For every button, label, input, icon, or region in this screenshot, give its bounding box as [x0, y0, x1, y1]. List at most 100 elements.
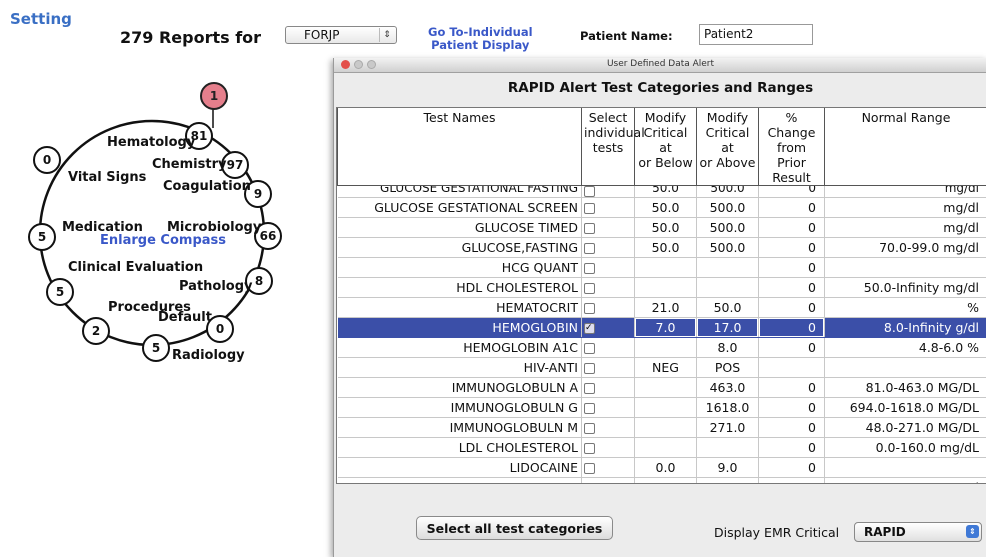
alert-count-badge[interactable]: 1	[200, 82, 228, 110]
pct-change-cell[interactable]: 0	[758, 257, 825, 278]
select-checkbox[interactable]	[581, 397, 635, 418]
critical-high-cell[interactable]: 500.0	[696, 217, 759, 238]
table-row[interactable]: HEMATOCRIT 21.0 50.0 0%	[337, 297, 986, 318]
critical-low-cell[interactable]	[634, 397, 697, 418]
goto-individual-link[interactable]: Go To-Individual Patient Display	[428, 26, 533, 52]
pct-change-cell[interactable]: 0	[758, 277, 825, 298]
checkbox-icon[interactable]	[584, 283, 595, 294]
select-checkbox[interactable]	[581, 237, 635, 258]
critical-low-cell[interactable]: NEG	[634, 357, 697, 378]
select-checkbox[interactable]	[581, 457, 635, 478]
select-checkbox[interactable]	[581, 337, 635, 358]
pct-change-cell[interactable]: 0	[758, 417, 825, 438]
checkbox-icon[interactable]	[584, 383, 595, 394]
checkbox-icon[interactable]	[584, 443, 595, 454]
col-select[interactable]: Select individual tests	[581, 108, 645, 186]
table-row[interactable]: IMMUNOGLOBULN M 271.0 0 48.0-271.0 MG/DL	[337, 417, 986, 438]
test-ranges-table[interactable]: Test Names Select individual tests Modify C…	[336, 107, 986, 484]
select-checkbox[interactable]	[581, 417, 635, 438]
table-row[interactable]: LITHIUM 0.01.90mMOL/l	[337, 477, 986, 484]
critical-low-cell[interactable]	[634, 437, 697, 458]
pct-change-cell[interactable]: 0	[758, 237, 825, 258]
enlarge-compass-link[interactable]: Enlarge Compass	[100, 233, 226, 248]
critical-low-cell[interactable]: 0.0	[634, 457, 697, 478]
select-checkbox[interactable]	[581, 277, 635, 298]
select-checkbox[interactable]	[581, 377, 635, 398]
critical-high-cell[interactable]: 500.0	[696, 185, 759, 198]
checkbox-checked-icon[interactable]	[584, 323, 595, 334]
critical-high-cell[interactable]	[696, 257, 759, 278]
critical-low-cell[interactable]	[634, 377, 697, 398]
checkbox-icon[interactable]	[584, 243, 595, 254]
critical-low-cell[interactable]	[634, 277, 697, 298]
table-row[interactable]: HDL CHOLESTEROL 0 50.0-Infinity mg/dl	[337, 277, 986, 298]
checkbox-icon[interactable]	[584, 203, 595, 214]
checkbox-icon[interactable]	[584, 463, 595, 474]
dialog-titlebar[interactable]: User Defined Data Alert	[334, 58, 986, 73]
select-checkbox[interactable]	[581, 185, 635, 198]
critical-high-cell[interactable]: 17.0	[696, 317, 759, 338]
checkbox-icon[interactable]	[584, 303, 595, 314]
critical-low-cell[interactable]	[634, 417, 697, 438]
critical-low-cell[interactable]: 50.0	[634, 237, 697, 258]
select-checkbox[interactable]	[581, 477, 635, 484]
table-row[interactable]: GLUCOSE GESTATIONAL SCREEN 50.0 500.0 0 mg/d…	[337, 197, 986, 218]
critical-high-cell[interactable]: 1.9	[696, 477, 759, 483]
critical-low-cell[interactable]: 7.0	[634, 317, 697, 338]
table-row[interactable]: GLUCOSE,FASTING 50.0 500.0 0 70.0-99.0 mg/dl	[337, 237, 986, 258]
critical-high-cell[interactable]	[696, 437, 759, 458]
pct-change-cell[interactable]: 0	[758, 317, 825, 338]
patient-select[interactable]: FORJP ⇕	[285, 26, 397, 44]
col-test-names[interactable]: Test Names	[337, 108, 582, 186]
critical-low-cell[interactable]: 21.0	[634, 297, 697, 318]
hematology-label[interactable]: Hematology	[107, 135, 195, 150]
table-row[interactable]: HEMOGLOBIN 7.017.008.0-Infinity g/dl	[337, 317, 986, 338]
table-row[interactable]: IMMUNOGLOBULN G 1618.0 0 694.0-1618.0 MG/DL	[337, 397, 986, 418]
pct-change-cell[interactable]: 0	[758, 397, 825, 418]
select-checkbox[interactable]	[581, 197, 635, 218]
critical-high-cell[interactable]: 500.0	[696, 237, 759, 258]
table-row[interactable]: IMMUNOGLOBULN A 463.0 0 81.0-463.0 MG/DL	[337, 377, 986, 398]
medication-count[interactable]: 5	[28, 223, 56, 251]
col-critical-below[interactable]: Modify Critical at or Below	[634, 108, 697, 186]
pct-change-cell[interactable]	[758, 357, 825, 378]
coagulation-label[interactable]: Coagulation	[163, 179, 251, 194]
table-row[interactable]: GLUCOSE TIMED 50.0 500.0 0 mg/dl	[337, 217, 986, 238]
col-critical-above[interactable]: Modify Critical at or Above	[696, 108, 759, 186]
select-checkbox[interactable]	[581, 257, 635, 278]
setting-link[interactable]: Setting	[10, 10, 72, 28]
emr-critical-select[interactable]: RAPID ⇕	[854, 522, 982, 542]
critical-low-cell[interactable]	[634, 337, 697, 358]
pct-change-cell[interactable]: 0	[758, 197, 825, 218]
pct-change-cell[interactable]: 0	[758, 477, 825, 483]
category-compass[interactable]: 1 81 Hematology 97 Chemistry 0 Vital Sig…	[0, 60, 330, 390]
pct-change-cell[interactable]: 0	[758, 337, 825, 358]
critical-low-cell[interactable]: 50.0	[634, 185, 697, 198]
select-checkbox[interactable]	[581, 357, 635, 378]
checkbox-icon[interactable]	[584, 263, 595, 274]
critical-high-cell[interactable]: 50.0	[696, 297, 759, 318]
pct-change-cell[interactable]: 0	[758, 457, 825, 478]
critical-high-cell[interactable]: 463.0	[696, 377, 759, 398]
select-all-categories-button[interactable]: Select all test categories	[416, 516, 613, 540]
critical-high-cell[interactable]: 1618.0	[696, 397, 759, 418]
checkbox-icon[interactable]	[584, 483, 595, 484]
critical-high-cell[interactable]: 500.0	[696, 197, 759, 218]
checkbox-icon[interactable]	[584, 223, 595, 234]
critical-low-cell[interactable]	[634, 257, 697, 278]
table-row[interactable]: HCG QUANT 0	[337, 257, 986, 278]
critical-high-cell[interactable]: POS	[696, 357, 759, 378]
pathology-label[interactable]: Pathology	[179, 279, 253, 294]
clinical-evaluation-count[interactable]: 5	[46, 278, 74, 306]
critical-high-cell[interactable]: 9.0	[696, 457, 759, 478]
pct-change-cell[interactable]: 0	[758, 437, 825, 458]
vital-signs-count[interactable]: 0	[33, 146, 61, 174]
critical-low-cell[interactable]: 50.0	[634, 217, 697, 238]
default-count[interactable]: 0	[206, 315, 234, 343]
checkbox-icon[interactable]	[584, 343, 595, 354]
select-checkbox[interactable]	[581, 217, 635, 238]
vital-signs-label[interactable]: Vital Signs	[68, 170, 146, 185]
checkbox-icon[interactable]	[584, 186, 595, 197]
critical-high-cell[interactable]: 271.0	[696, 417, 759, 438]
patient-name-field[interactable]: Patient2	[699, 24, 813, 45]
